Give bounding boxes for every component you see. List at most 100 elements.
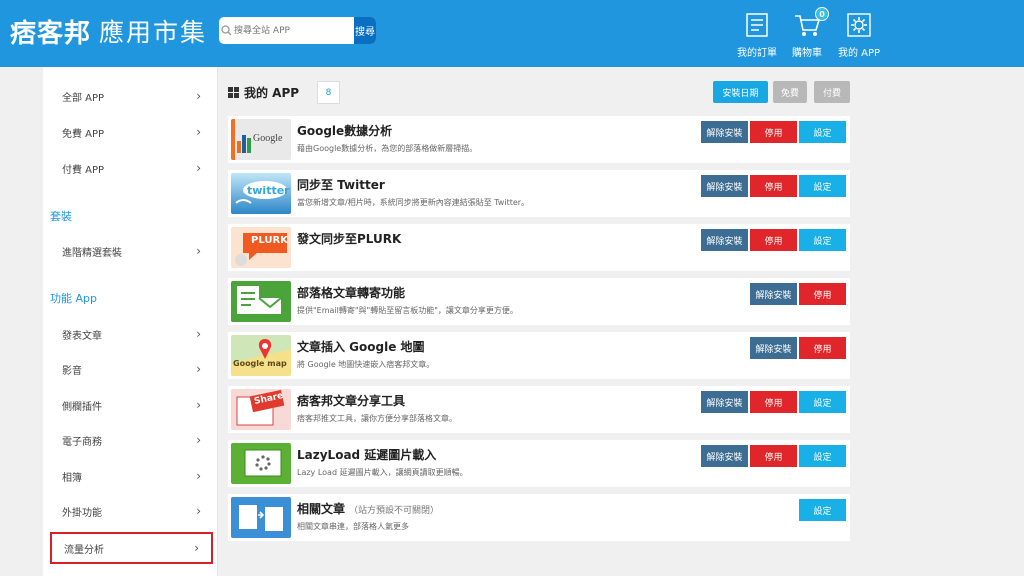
app-description: 藉由Google數據分析，為您的部落格做新層掃描。 [297,144,478,153]
uninstall-button[interactable]: 解除安裝 [701,445,748,467]
sidebar-item-label: 發表文章 [62,330,102,342]
nav-cart[interactable]: 0 購物車 [792,7,829,59]
filter-install-date-button[interactable]: 安裝日期 [713,81,768,103]
sidebar-item-label: 側欄插件 [62,401,102,413]
search-box: 搜尋 [219,17,376,44]
sidebar-item-post-article[interactable]: 發表文章 › [50,318,213,350]
sidebar-item-sidebar-plugins[interactable]: 側欄插件 › [50,389,213,421]
search-button[interactable]: 搜尋 [354,17,376,44]
disable-button[interactable]: 停用 [750,445,797,467]
email-forward-thumbnail [231,281,291,322]
related-articles-thumbnail [231,497,291,538]
uninstall-button[interactable]: 解除安裝 [750,337,797,359]
filter-free-button[interactable]: 免費 [773,81,807,103]
chevron-right-icon: › [196,327,201,341]
nav-cart-label: 購物車 [792,48,822,59]
chevron-right-icon: › [196,89,201,103]
uninstall-button[interactable]: 解除安裝 [701,121,748,143]
settings-button[interactable]: 設定 [799,391,846,413]
app-card-plurk: PLURK 發文同步至PLURK 解除安裝 停用 設定 [228,224,850,271]
sidebar-item-plugins[interactable]: 外掛功能 › [50,495,213,527]
chevron-right-icon: › [196,469,201,483]
sidebar-item-ecommerce[interactable]: 電子商務 › [50,424,213,456]
nav-my-orders-label: 我的訂單 [737,48,777,59]
app-description: 將 Google 地圖快速嵌入痞客邦文章。 [297,360,435,369]
uninstall-button[interactable]: 解除安裝 [701,175,748,197]
settings-button[interactable]: 設定 [799,229,846,251]
sidebar-item-label: 流量分析 [64,544,104,556]
sidebar-item-album[interactable]: 相簿 › [50,460,213,492]
app-card-lazyload: LazyLoad 延遲圖片載入 Lazy Load 延遲圖片載入，讓網頁讀取更順… [228,440,850,487]
app-card-email-forward: 部落格文章轉寄功能 提供"Email轉寄"與"轉貼至留言板功能"，讓文章分享更方… [228,278,850,325]
logo[interactable]: 痞客邦 應用市集 [10,13,207,49]
disable-button[interactable]: 停用 [750,229,797,251]
settings-button[interactable]: 設定 [799,445,846,467]
app-card-google-analytics: Google Google數據分析 藉由Google數據分析，為您的部落格做新層… [228,116,850,163]
sidebar-item-label: 相簿 [62,472,82,484]
sidebar-item-traffic-analysis[interactable]: 流量分析 › [50,532,213,564]
uninstall-button[interactable]: 解除安裝 [701,391,748,413]
app-title-note: （站方預設不可關閉） [349,506,440,516]
top-header: 痞客邦 應用市集 搜尋 我的訂單 0 購物車 我的 APP [0,0,1024,67]
app-description: 提供"Email轉寄"與"轉貼至留言板功能"，讓文章分享更方便。 [297,306,518,315]
app-title: LazyLoad 延遲圖片載入 [297,448,437,462]
search-icon [219,17,234,44]
app-description: Lazy Load 延遲圖片載入，讓網頁讀取更順暢。 [297,468,468,477]
search-input[interactable] [234,17,355,44]
sidebar-item-label: 全部 APP [62,92,105,104]
uninstall-button[interactable]: 解除安裝 [750,283,797,305]
app-title: 同步至 Twitter [297,178,385,192]
plurk-thumbnail: PLURK [231,227,291,268]
sidebar-item-media[interactable]: 影音 › [50,353,213,385]
plurk-thumb-text: PLURK [251,235,288,246]
cart-icon: 0 [793,7,829,40]
app-card-google-map: Google map 文章插入 Google 地圖 將 Google 地圖快速嵌… [228,332,850,379]
settings-button[interactable]: 設定 [799,499,846,521]
sidebar: 全部 APP › 免費 APP › 付費 APP › 套裝 進階精選套裝 › 功能 Ap… [43,67,218,576]
sidebar-item-free-apps[interactable]: 免費 APP › [50,116,213,148]
google-map-thumb-text: Google map [233,359,287,368]
share-thumbnail: Share [231,389,291,430]
twitter-thumbnail: twitter [231,173,291,214]
filter-paid-button[interactable]: 付費 [814,81,850,103]
chevron-right-icon: › [196,433,201,447]
twitter-thumb-text: twitter [247,184,290,197]
sidebar-item-label: 外掛功能 [62,507,102,519]
cart-count-badge: 0 [815,7,829,21]
chevron-right-icon: › [196,398,201,412]
app-description: 痞客邦推文工具，讓你方便分享部落格文章。 [297,414,457,423]
settings-button[interactable]: 設定 [799,175,846,197]
app-card-twitter: twitter 同步至 Twitter 當您新增文章/相片時，系統同步將更新內容… [228,170,850,217]
disable-button[interactable]: 停用 [750,121,797,143]
nav-my-orders[interactable]: 我的訂單 [737,10,777,59]
sidebar-item-label: 付費 APP [62,164,105,176]
chevron-right-icon: › [194,541,199,555]
disable-button[interactable]: 停用 [799,337,846,359]
app-title: 文章插入 Google 地圖 [297,340,425,354]
sidebar-item-advanced-package[interactable]: 進階精選套裝 › [50,235,213,267]
sidebar-item-all-apps[interactable]: 全部 APP › [50,80,213,112]
app-description: 當您新增文章/相片時，系統同步將更新內容連結張貼至 Twitter。 [297,198,530,207]
settings-button[interactable]: 設定 [799,121,846,143]
nav-my-app-label: 我的 APP [838,48,881,59]
chevron-right-icon: › [196,244,201,258]
disable-button[interactable]: 停用 [750,391,797,413]
chevron-right-icon: › [196,125,201,139]
sidebar-section-feature: 功能 App [50,292,97,305]
chevron-right-icon: › [196,504,201,518]
disable-button[interactable]: 停用 [799,283,846,305]
disable-button[interactable]: 停用 [750,175,797,197]
lazyload-thumbnail [231,443,291,484]
sidebar-item-paid-apps[interactable]: 付費 APP › [50,152,213,184]
nav-my-app[interactable]: 我的 APP [838,10,880,59]
google-analytics-thumb-text: Google [253,133,283,144]
app-title: 相關文章 （站方預設不可關閉） [297,500,439,517]
app-title: Google數據分析 [297,124,393,138]
sidebar-section-package: 套裝 [50,210,72,223]
app-description: 相關文章串連，部落格人氣更多 [297,522,409,531]
app-title: 部落格文章轉寄功能 [297,286,406,300]
sidebar-item-label: 免費 APP [62,128,105,140]
google-analytics-thumbnail: Google [231,119,291,160]
uninstall-button[interactable]: 解除安裝 [701,229,748,251]
grid-icon [228,86,239,98]
